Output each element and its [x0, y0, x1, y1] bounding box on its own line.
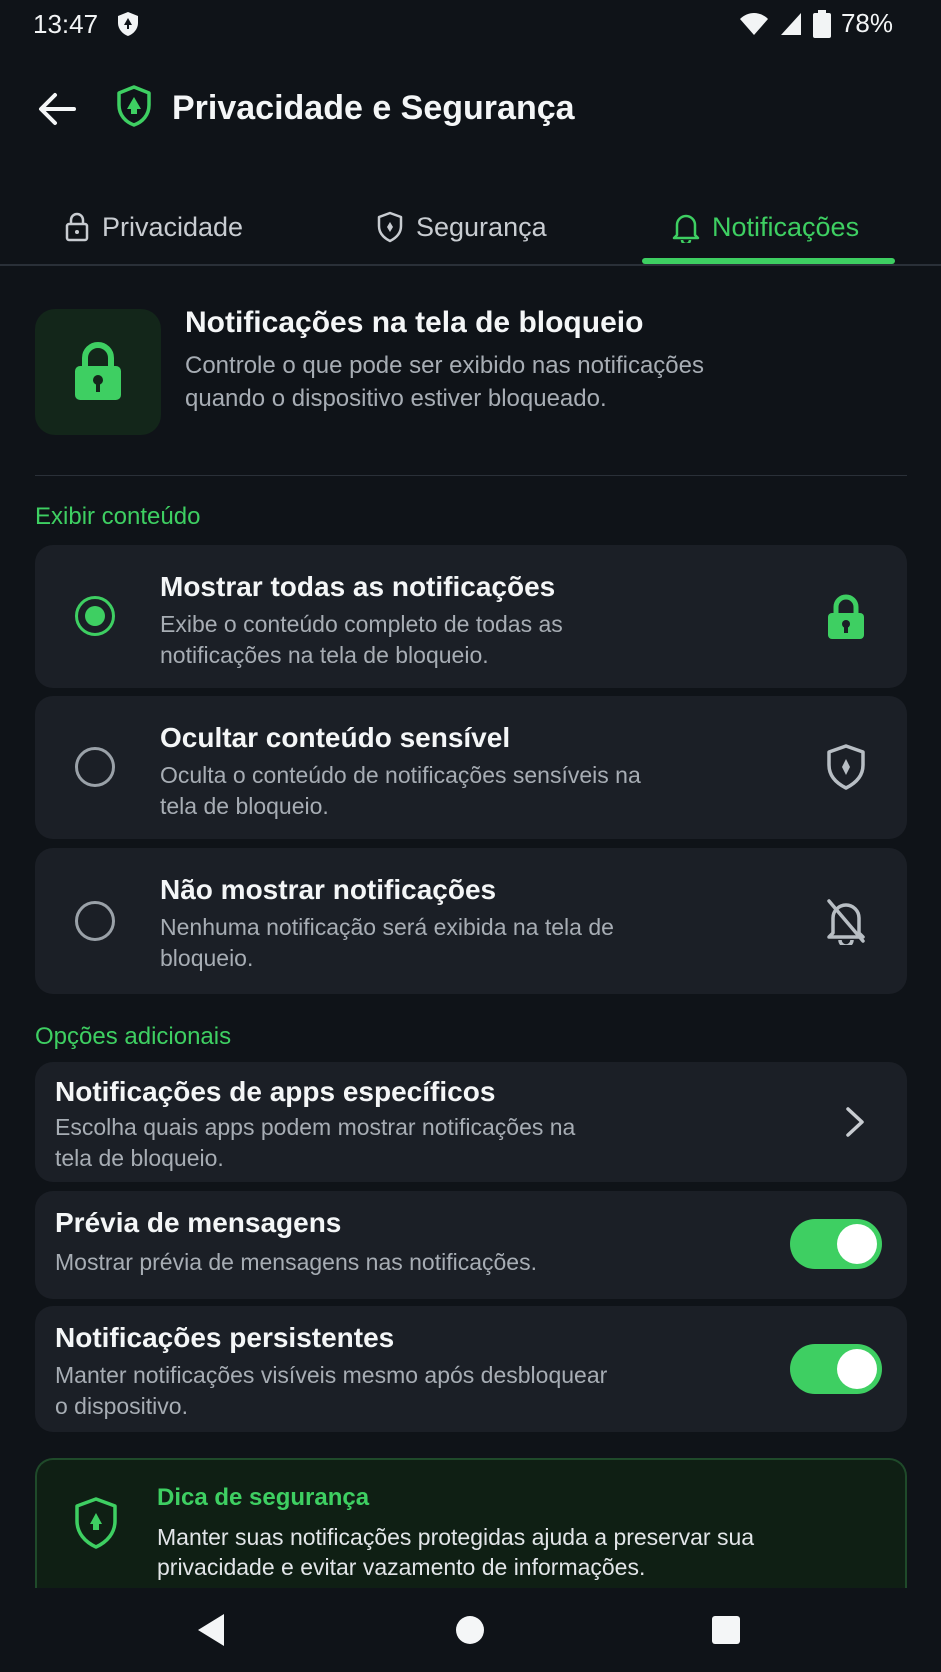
shield-status-icon — [118, 12, 138, 36]
message-preview-toggle[interactable] — [790, 1219, 882, 1269]
page-title: Privacidade e Segurança — [172, 89, 575, 127]
option-show-all[interactable]: Mostrar todas as notificações Exibe o co… — [35, 545, 907, 688]
bell-icon — [672, 214, 700, 243]
setting-title: Notificações persistentes — [55, 1322, 395, 1353]
setting-description: Manter notificações visíveis mesmo após … — [55, 1362, 608, 1419]
option-no-notifications[interactable]: Não mostrar notificações Nenhuma notific… — [35, 848, 907, 994]
nav-back-icon[interactable] — [190, 1608, 234, 1652]
security-tip: Dica de segurança Manter suas notificaçõ… — [35, 1458, 907, 1588]
header-title: Notificações na tela de bloqueio — [185, 306, 644, 339]
section-label-display: Exibir conteúdo — [35, 503, 201, 530]
system-nav-bar — [0, 1590, 941, 1672]
chevron-right-icon — [846, 1107, 864, 1137]
tip-title: Dica de segurança — [157, 1484, 370, 1511]
wifi-icon — [739, 12, 768, 35]
app-bar: Privacidade e Segurança — [0, 72, 941, 144]
section-label-additional: Opções adicionais — [35, 1023, 232, 1050]
tab-notificacoes[interactable]: Notificações — [672, 188, 859, 266]
persistent-notifications-toggle[interactable] — [790, 1344, 882, 1394]
radio-unselected[interactable] — [75, 901, 115, 941]
tab-seguranca[interactable]: Segurança — [376, 188, 547, 266]
lock-icon — [828, 594, 864, 639]
status-bar: 13:47 78% — [0, 0, 941, 52]
option-hide-sensitive[interactable]: Ocultar conteúdo sensível Oculta o conte… — [35, 696, 907, 839]
status-time: 13:47 — [33, 9, 99, 39]
bell-off-icon — [827, 899, 865, 945]
tab-label: Notificações — [712, 211, 860, 242]
setting-description: Escolha quais apps podem mostrar notific… — [55, 1114, 576, 1171]
tip-description: Manter suas notificações protegidas ajud… — [157, 1524, 755, 1580]
header-icon-box — [35, 309, 161, 435]
tab-privacidade[interactable]: Privacidade — [64, 188, 243, 266]
header-description: Controle o que pode ser exibido nas noti… — [185, 352, 704, 412]
option-title: Não mostrar notificações — [160, 874, 497, 905]
message-preview-setting: Prévia de mensagens Mostrar prévia de me… — [35, 1191, 907, 1299]
shield-icon — [377, 211, 403, 243]
nav-recents-icon[interactable] — [704, 1608, 748, 1652]
option-description: Exibe o conteúdo completo de todas as no… — [160, 611, 563, 668]
option-description: Nenhuma notificação será exibida na tela… — [160, 914, 614, 971]
lock-icon — [65, 212, 89, 242]
shield-icon — [827, 744, 865, 790]
divider — [35, 475, 907, 476]
lock-icon — [75, 342, 121, 400]
shield-icon — [75, 1497, 117, 1549]
tab-label: Segurança — [416, 211, 547, 242]
radio-unselected[interactable] — [75, 747, 115, 787]
back-arrow-icon[interactable] — [36, 88, 78, 130]
nav-home-icon[interactable] — [448, 1608, 492, 1652]
setting-description: Mostrar prévia de mensagens nas notifica… — [55, 1249, 537, 1275]
setting-title: Notificações de apps específicos — [55, 1076, 496, 1107]
option-description: Oculta o conteúdo de notificações sensív… — [160, 762, 641, 819]
battery-icon — [812, 9, 831, 38]
battery-percent: 78% — [840, 8, 893, 38]
setting-title: Prévia de mensagens — [55, 1207, 342, 1238]
option-title: Ocultar conteúdo sensível — [160, 722, 511, 753]
shield-logo-icon — [117, 85, 151, 127]
active-tab-indicator — [642, 258, 895, 264]
tab-label: Privacidade — [102, 211, 244, 242]
status-right: 78% — [739, 8, 893, 39]
screen: 13:47 78% Privacidade e Segurança Privac… — [0, 0, 941, 1672]
tab-bar: Privacidade Segurança Notificações — [0, 188, 941, 266]
persistent-notifications-setting: Notificações persistentes Manter notific… — [35, 1306, 907, 1432]
signal-icon — [780, 12, 801, 35]
app-specific-notifications[interactable]: Notificações de apps específicos Escolha… — [35, 1062, 907, 1182]
option-title: Mostrar todas as notificações — [160, 571, 556, 602]
radio-selected[interactable] — [75, 596, 115, 636]
